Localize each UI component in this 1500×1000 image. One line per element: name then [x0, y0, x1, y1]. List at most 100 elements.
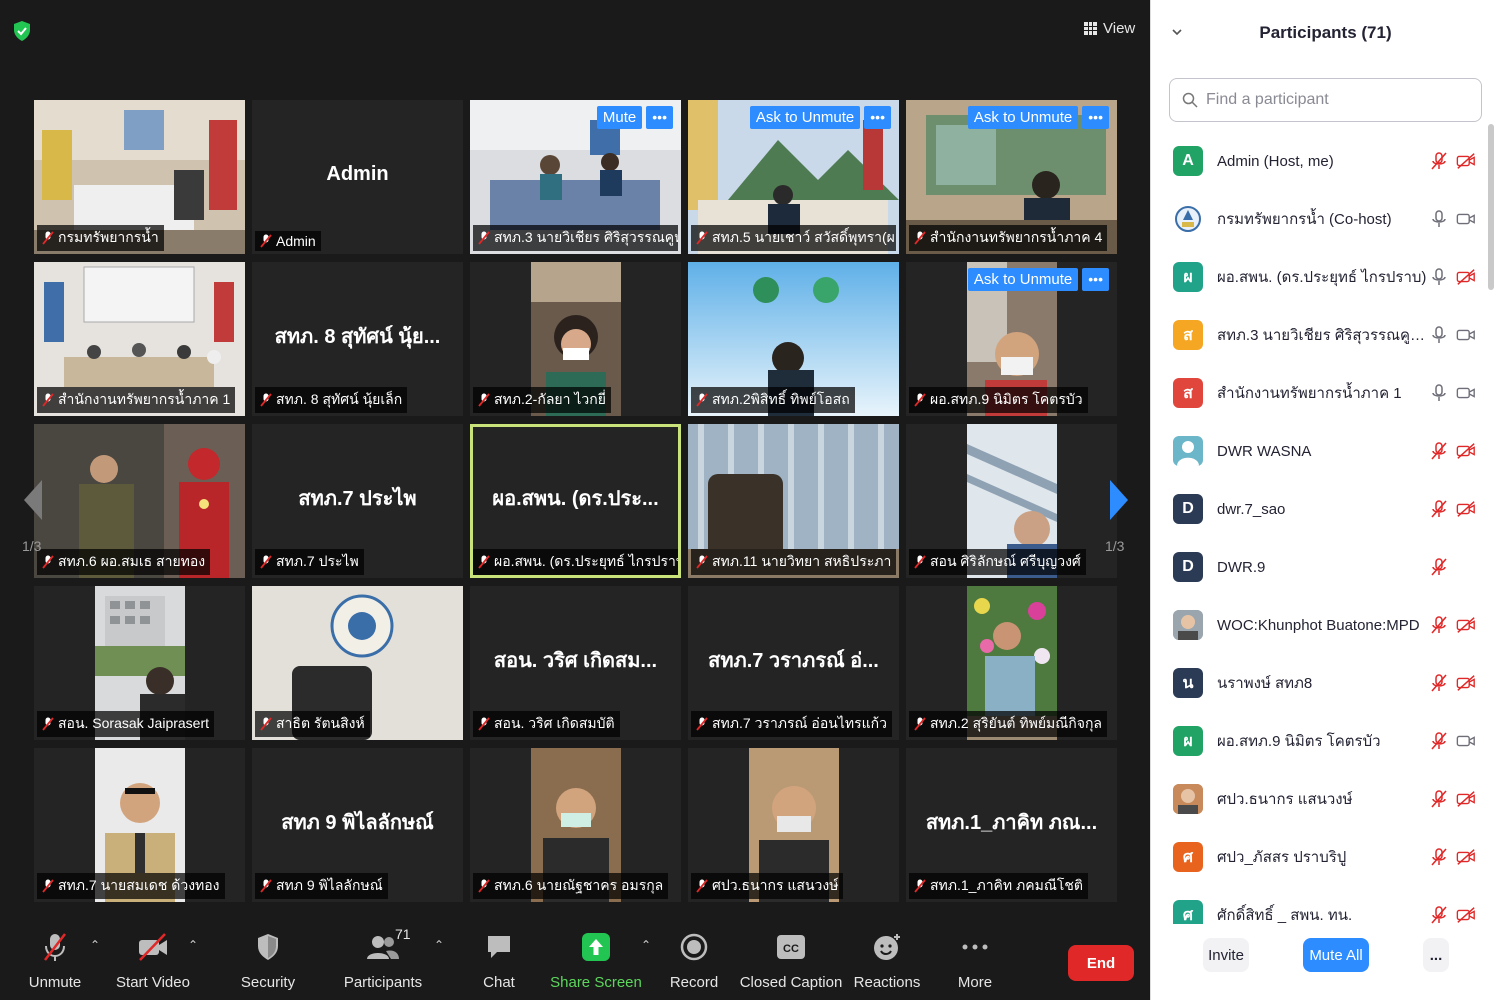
panel-more-button[interactable]: ... — [1423, 938, 1449, 972]
participant-mic-muted-icon[interactable] — [1429, 557, 1449, 577]
participant-row[interactable]: ศ ศปว_ภัสสร ปราบริปู — [1151, 828, 1500, 886]
video-options-caret-icon[interactable]: ⌃ — [188, 938, 198, 952]
participant-video-icon[interactable] — [1456, 325, 1476, 345]
participant-mic-muted-icon[interactable] — [1429, 441, 1449, 461]
participant-row[interactable]: DWR WASNA — [1151, 422, 1500, 480]
participant-video-off-icon[interactable] — [1456, 441, 1476, 461]
end-meeting-button[interactable]: End — [1068, 945, 1134, 981]
video-tile[interactable]: สทภ.2-กัลยา ไวกยี่ — [470, 262, 681, 416]
participant-mic-icon[interactable] — [1429, 209, 1449, 229]
start-video-button[interactable]: ⌃ Start Video — [98, 930, 208, 991]
video-tile[interactable]: สทภ. 8 สุทัศน์ นุ้ย... สทภ. 8 สุทัศน์ นุ้… — [252, 262, 463, 416]
participant-mic-icon[interactable] — [1429, 267, 1449, 287]
video-tile[interactable]: สทภ 9 พิไลลักษณ์ สทภ 9 พิไลลักษณ์ — [252, 748, 463, 902]
view-button[interactable]: View — [1084, 20, 1135, 37]
participant-row[interactable]: ผ ผอ.สทภ.9 นิมิตร โคตรบัว — [1151, 712, 1500, 770]
participant-mic-muted-icon[interactable] — [1429, 731, 1449, 751]
video-tile[interactable]: สทภ.2พิสิทธิ์ ทิพย์โอสถ — [688, 262, 899, 416]
participant-row[interactable]: A Admin (Host, me) — [1151, 132, 1500, 190]
participant-row[interactable]: ผ ผอ.สพน. (ดร.ประยุทธ์ ไกรปราบ) — [1151, 248, 1500, 306]
participant-mic-icon[interactable] — [1429, 383, 1449, 403]
tile-action-button[interactable]: Mute — [596, 106, 643, 129]
start-video-label: Start Video — [116, 974, 190, 991]
unmute-button[interactable]: ⌃ Unmute — [0, 930, 110, 991]
mic-muted-icon — [914, 393, 926, 407]
participant-video-off-icon[interactable] — [1456, 615, 1476, 635]
participants-caret-icon[interactable]: ⌃ — [434, 938, 444, 952]
video-tile[interactable]: Mute••• สทภ.3 นายวิเชียร ศิริสุวรรณคูหา (… — [470, 100, 681, 254]
participant-video-off-icon[interactable] — [1456, 847, 1476, 867]
participants-button[interactable]: 71 ⌃ Participants — [328, 926, 444, 991]
video-tile[interactable]: สทภ.7 ประไพ สทภ.7 ประไพ — [252, 424, 463, 578]
participant-mic-muted-icon[interactable] — [1429, 789, 1449, 809]
video-tile[interactable]: สทภ.6 ผอ.สมเธ สายทอง — [34, 424, 245, 578]
participant-video-off-icon[interactable] — [1456, 905, 1476, 925]
participant-mic-muted-icon[interactable] — [1429, 615, 1449, 635]
mic-muted-icon — [260, 393, 272, 407]
video-tile[interactable]: Ask to Unmute ••• ผอ.สทภ.9 นิมิตร โคตรบัว — [906, 262, 1117, 416]
video-tile[interactable]: Ask to Unmute ••• สทภ.5 นายเชาว์ สวัสดิ์พุ… — [688, 100, 899, 254]
participant-mic-icon[interactable] — [1429, 325, 1449, 345]
collapse-chevron-icon[interactable] — [1171, 26, 1183, 38]
video-tile[interactable]: สาธิต รัตนสิงห์ — [252, 586, 463, 740]
participant-row[interactable]: ศปว.ธนากร แสนวงษ์ — [1151, 770, 1500, 828]
video-tile[interactable]: สอน. วริศ เกิดสม... สอน. วริศ เกิดสมบัติ — [470, 586, 681, 740]
participant-mic-muted-icon[interactable] — [1429, 905, 1449, 925]
participant-row[interactable]: D DWR.9 — [1151, 538, 1500, 596]
tile-more-options-button[interactable]: ••• — [864, 106, 891, 129]
previous-page-arrow-icon[interactable] — [18, 470, 48, 530]
participant-video-off-icon[interactable] — [1456, 499, 1476, 519]
encryption-shield-icon[interactable] — [12, 20, 32, 42]
participant-mic-muted-icon[interactable] — [1429, 673, 1449, 693]
video-tile[interactable]: สทภ.7 วราภรณ์ อ่... สทภ.7 วราภรณ์ อ่อนไทร… — [688, 586, 899, 740]
participant-row[interactable]: กรมทรัพยากรน้ำ (Co-host) — [1151, 190, 1500, 248]
closed-caption-button[interactable]: CC Closed Caption — [736, 930, 846, 991]
participant-row[interactable]: WOC:Khunphot Buatone:MPD — [1151, 596, 1500, 654]
chat-button[interactable]: Chat — [444, 930, 554, 991]
video-tile[interactable]: สทภ.11 นายวิทยา สหธิประภา — [688, 424, 899, 578]
participant-list-scrollbar[interactable] — [1488, 124, 1494, 290]
participant-row[interactable]: ส สทภ.3 นายวิเชียร ศิริสุวรรณคูหา (ผ... — [1151, 306, 1500, 364]
invite-button[interactable]: Invite — [1203, 938, 1249, 972]
participant-mic-muted-icon[interactable] — [1429, 499, 1449, 519]
participant-row[interactable]: ส สำนักงานทรัพยากรน้ำภาค 1 — [1151, 364, 1500, 422]
tile-more-options-button[interactable]: ••• — [1082, 106, 1109, 129]
record-button[interactable]: Record — [639, 930, 749, 991]
video-tile[interactable]: ผอ.สพน. (ดร.ประ... ผอ.สพน. (ดร.ประยุทธ์ ไ… — [470, 424, 681, 578]
video-tile[interactable]: Admin Admin — [252, 100, 463, 254]
tile-action-button[interactable]: Ask to Unmute — [967, 106, 1079, 129]
video-tile[interactable]: สอน. Sorasak Jaiprasert — [34, 586, 245, 740]
video-tile[interactable]: กรมทรัพยากรน้ำ — [34, 100, 245, 254]
mute-all-button[interactable]: Mute All — [1303, 938, 1369, 972]
video-tile[interactable]: สทภ.6 นายณัฐชาคร อมรกุล — [470, 748, 681, 902]
video-tile[interactable]: Ask to Unmute ••• สำนักงานทรัพยากรน้ำภาค 4 — [906, 100, 1117, 254]
video-tile[interactable]: สำนักงานทรัพยากรน้ำภาค 1 — [34, 262, 245, 416]
participant-photo-avatar — [1173, 610, 1203, 640]
participant-video-icon[interactable] — [1456, 383, 1476, 403]
video-tile[interactable]: สอน ศิริลักษณ์ ศรีบุญวงศ์ — [906, 424, 1117, 578]
participant-row[interactable]: น นราพงษ์ สทภ8 — [1151, 654, 1500, 712]
participant-mic-muted-icon[interactable] — [1429, 847, 1449, 867]
tile-action-button[interactable]: Ask to Unmute — [749, 106, 861, 129]
participant-video-icon[interactable] — [1456, 731, 1476, 751]
tile-more-options-button[interactable]: ••• — [646, 106, 673, 129]
participant-video-off-icon[interactable] — [1456, 267, 1476, 287]
participant-video-icon[interactable] — [1456, 209, 1476, 229]
tile-more-options-button[interactable]: ••• — [1082, 268, 1109, 291]
tile-action-button[interactable]: Ask to Unmute — [967, 268, 1079, 291]
video-tile[interactable]: สทภ.1_ภาคิท ภณ... สทภ.1_ภาคิท ภคมณีโชติ — [906, 748, 1117, 902]
next-page-arrow-icon[interactable] — [1104, 470, 1134, 530]
video-tile[interactable]: ศปว.ธนากร แสนวงษ์ — [688, 748, 899, 902]
participant-search-input[interactable]: Find a participant — [1169, 78, 1482, 122]
participant-video-off-icon[interactable] — [1456, 673, 1476, 693]
participant-video-off-icon[interactable] — [1456, 789, 1476, 809]
share-screen-button[interactable]: ⌃ Share Screen — [541, 930, 651, 991]
security-button[interactable]: Security — [213, 930, 323, 991]
participant-mic-muted-icon[interactable] — [1429, 151, 1449, 171]
more-button[interactable]: More — [920, 930, 1030, 991]
participant-row[interactable]: Ddwr.7_sao — [1151, 480, 1500, 538]
video-tile[interactable]: สทภ.2 สุริยันต์ ทิพย์มณีกิจกุล — [906, 586, 1117, 740]
participant-list: A Admin (Host, me) กรมทรัพยากรน้ำ (Co-host… — [1151, 132, 1500, 944]
video-tile[interactable]: สทภ.7 นายสมเดช ด้วงทอง — [34, 748, 245, 902]
participant-video-off-icon[interactable] — [1456, 151, 1476, 171]
